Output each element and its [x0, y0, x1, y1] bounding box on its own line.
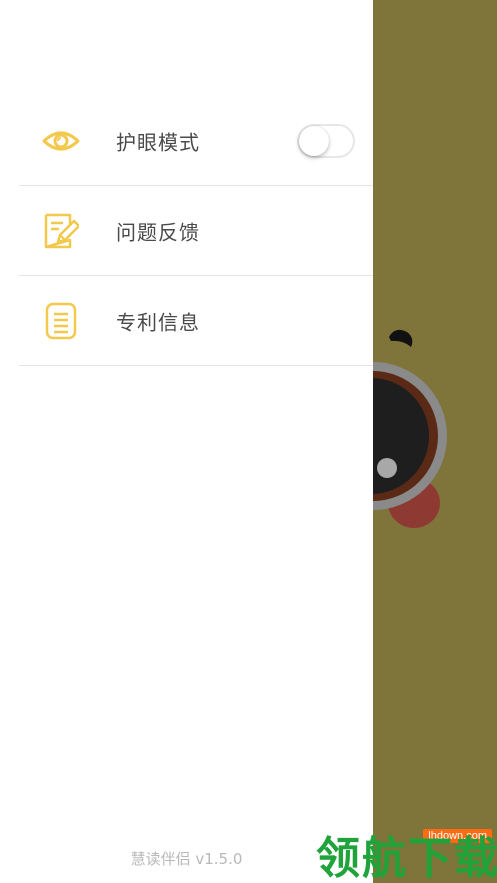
menu-item-label: 专利信息 — [116, 310, 200, 334]
menu-item-eye-protection[interactable]: 护眼模式 — [19, 96, 373, 186]
menu-item-feedback[interactable]: 问题反馈 — [19, 186, 373, 276]
watermark-logo: lhdown.com 领航下载 — [316, 826, 497, 883]
toggle-knob — [299, 125, 329, 156]
document-list-icon — [41, 301, 81, 341]
eye-protection-toggle[interactable] — [297, 123, 355, 158]
menu-item-label: 护眼模式 — [116, 130, 200, 154]
main-content-background[interactable] — [373, 0, 497, 883]
watermark-text: 领航下载 — [316, 833, 497, 883]
app-screen: 护眼模式 问题反馈 专利信息 慧读伴侣 v1.5.0 lhdown.com 领航… — [0, 0, 497, 883]
menu-item-patent-info[interactable]: 专利信息 — [19, 276, 373, 366]
menu-item-label: 问题反馈 — [116, 220, 200, 244]
feedback-edit-icon — [41, 211, 81, 251]
side-drawer: 护眼模式 问题反馈 专利信息 慧读伴侣 v1.5.0 — [0, 0, 373, 883]
mascot-illustration — [373, 329, 447, 528]
drawer-menu: 护眼模式 问题反馈 专利信息 — [19, 96, 373, 366]
eye-icon — [41, 121, 81, 161]
